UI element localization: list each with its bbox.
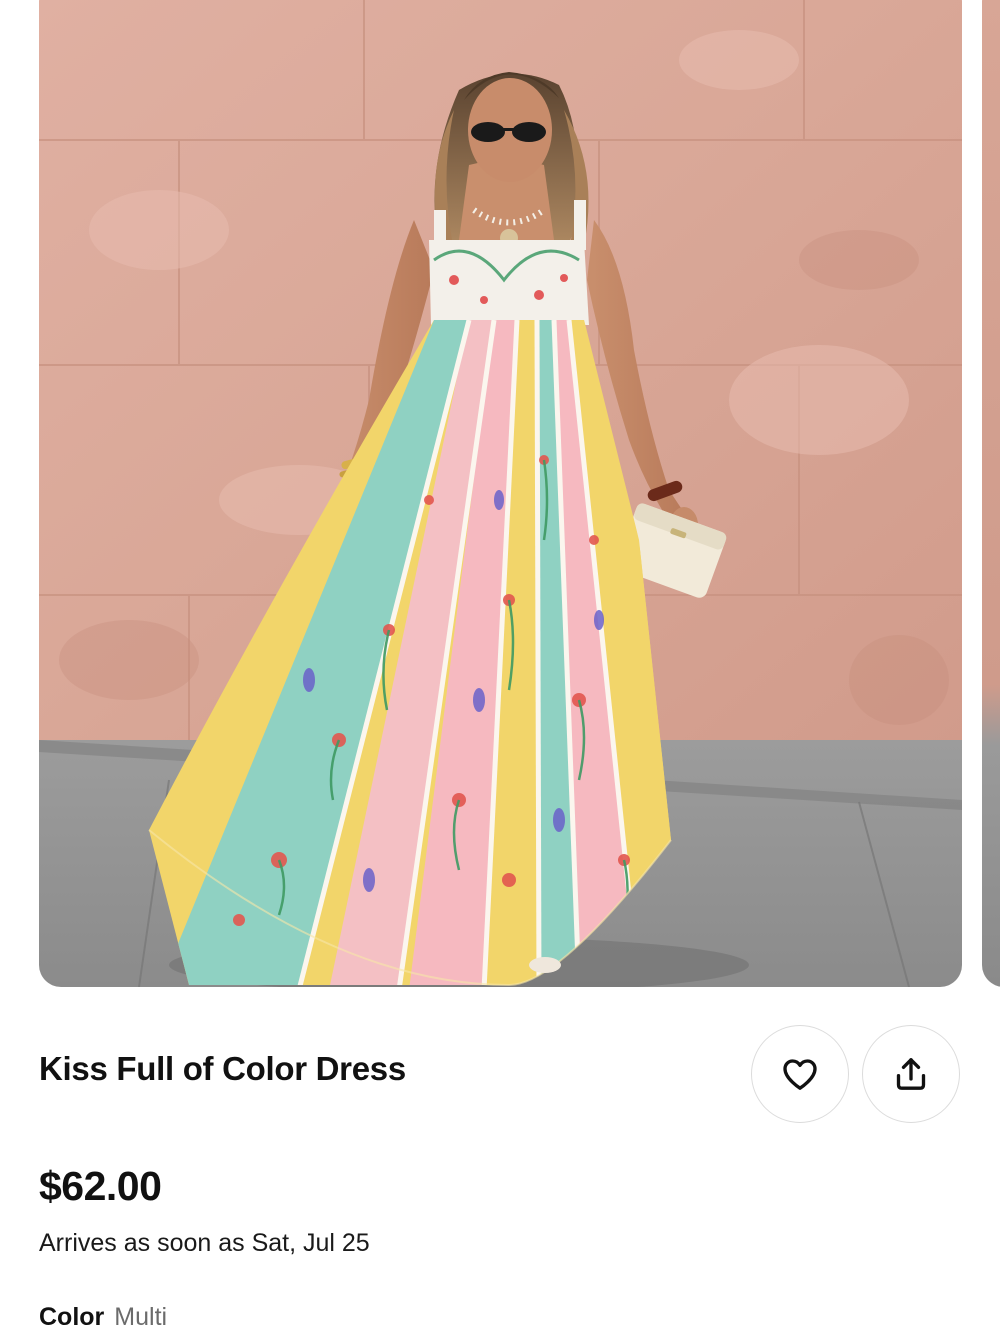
product-title: Kiss Full of Color Dress (39, 1050, 406, 1087)
favorite-button[interactable] (751, 1025, 849, 1123)
color-value: Multi (114, 1303, 168, 1331)
share-button[interactable] (862, 1025, 960, 1123)
dress-model-image (39, 0, 962, 987)
heart-icon (783, 1059, 817, 1090)
product-price: $62.00 (39, 1163, 162, 1209)
delivery-estimate: Arrives as soon as Sat, Jul 25 (39, 1229, 370, 1257)
next-photo-peek[interactable] (982, 0, 1000, 987)
product-photo[interactable] (39, 0, 962, 987)
share-icon (896, 1058, 926, 1090)
color-selector[interactable]: Color Multi (39, 1300, 167, 1334)
image-carousel[interactable] (0, 0, 1000, 987)
color-label: Color (39, 1303, 105, 1331)
